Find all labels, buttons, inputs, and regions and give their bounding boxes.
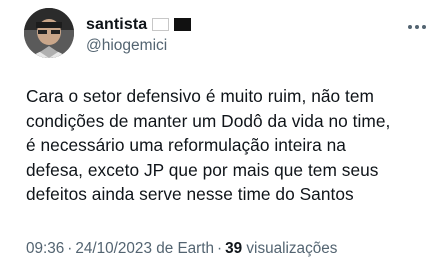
tweet-card: santista @hiogemici Cara o setor defensi… <box>0 0 444 267</box>
meta-separator: · <box>217 240 223 257</box>
name-row: santista <box>86 14 192 36</box>
tweet-text: Cara o setor defensivo é muito ruim, não… <box>26 86 391 204</box>
view-count: 39 <box>225 240 243 257</box>
user-handle[interactable]: @hiogemici <box>86 37 191 55</box>
user-identity: santista @hiogemici <box>86 14 192 55</box>
more-options-icon[interactable] <box>406 16 428 38</box>
tweet-time[interactable]: 09:36 <box>26 240 64 257</box>
tweet-meta: 09:36 · 24/10/2023 de Earth · 39 visualizaçõ… <box>26 240 337 258</box>
display-name[interactable]: santista <box>86 16 147 34</box>
view-label: visualizações <box>246 240 338 257</box>
white-flag-icon <box>152 18 170 31</box>
tweet-date-source[interactable]: 24/10/2023 de Earth <box>75 240 214 257</box>
tweet-header: santista @hiogemici <box>24 8 192 58</box>
meta-separator: · <box>67 240 73 257</box>
avatar[interactable] <box>24 8 74 58</box>
black-flag-icon <box>174 18 192 31</box>
